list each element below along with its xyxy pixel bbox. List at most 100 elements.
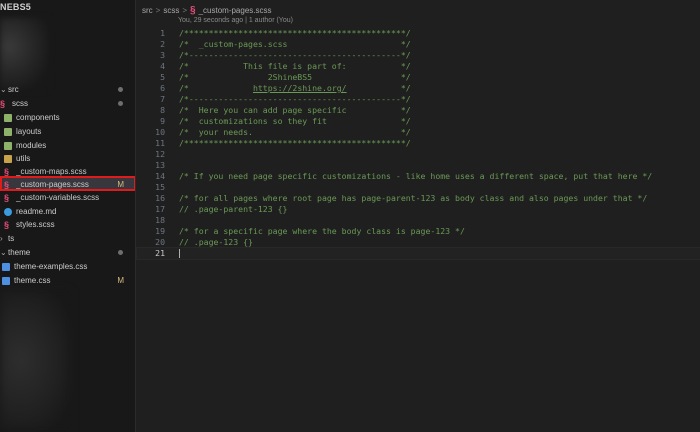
code-text: /* customizations so they fit */ <box>179 116 411 126</box>
code-line[interactable]: 10 /* your needs. */ <box>137 127 700 138</box>
tree-file-custom-variables[interactable]: § _custom-variables.scss <box>0 191 135 204</box>
code-line[interactable]: 19 /* for a specific page where the body … <box>137 226 700 237</box>
sass-file-icon: § <box>190 4 196 16</box>
css-file-icon <box>2 276 10 285</box>
code-text: /* 2ShineBS5 */ <box>179 72 411 82</box>
code-line[interactable]: 11 /*************************************… <box>137 138 700 149</box>
tree-folder-src[interactable]: ⌄ src <box>0 83 135 96</box>
line-number: 3 <box>160 50 165 60</box>
line-number: 17 <box>155 204 165 214</box>
code-line[interactable]: 14 /* If you need page specific customiza… <box>137 171 700 182</box>
folder-icon <box>4 141 12 150</box>
code-line[interactable]: 16 /* for all pages where root page has p… <box>137 193 700 204</box>
code-line[interactable]: 3 /*-------------------------------------… <box>137 50 700 61</box>
tree-item-label: ts <box>8 234 15 243</box>
code-line[interactable]: 17 // .page-parent-123 {} <box>137 204 700 215</box>
folder-icon <box>4 113 12 122</box>
sass-folder-icon: § <box>0 98 6 109</box>
code-text: /* _custom-pages.scss */ <box>179 39 411 49</box>
code-text: // .page-123 {} <box>179 237 253 247</box>
tree-item-label: scss <box>12 99 28 108</box>
code-line[interactable]: 7 /*-------------------------------------… <box>137 94 700 105</box>
line-number: 10 <box>155 127 165 137</box>
tree-item-label: readme.md <box>16 207 57 216</box>
code-line[interactable]: 2 /* _custom-pages.scss */ <box>137 39 700 50</box>
line-number: 20 <box>155 237 165 247</box>
tree-item-label: _custom-maps.scss <box>16 167 87 176</box>
tree-folder-layouts[interactable]: layouts <box>0 125 135 138</box>
code-line[interactable]: 21 <box>136 247 700 260</box>
line-number: 13 <box>155 160 165 170</box>
folder-icon <box>4 154 12 163</box>
tree-item-label: components <box>16 113 60 122</box>
explorer-sidebar: NEBS5 ⌄ src § scss components layouts mo… <box>0 0 136 432</box>
code-line[interactable]: 18 <box>137 215 700 226</box>
code-editor[interactable]: 1 /**************************************… <box>136 26 700 432</box>
code-text: /* Here you can add page specific */ <box>179 105 411 115</box>
breadcrumb-file[interactable]: _custom-pages.scss <box>199 6 272 15</box>
tree-folder-ts[interactable]: › ts <box>0 232 135 245</box>
css-file-icon <box>2 262 10 271</box>
code-text: /* for all pages where root page has pag… <box>179 193 648 203</box>
tree-item-label: utils <box>16 154 31 163</box>
line-number: 4 <box>160 61 165 71</box>
chevron-right-icon: › <box>0 234 3 243</box>
code-line[interactable]: 1 /**************************************… <box>137 28 700 39</box>
breadcrumb-scss[interactable]: scss <box>163 6 179 15</box>
line-number: 21 <box>155 248 165 258</box>
line-number: 14 <box>155 171 165 181</box>
code-text: /* If you need page specific customizati… <box>179 171 653 181</box>
code-text: // .page-parent-123 {} <box>179 204 288 214</box>
tree-item-label: styles.scss <box>16 220 55 229</box>
tree-folder-scss[interactable]: § scss <box>0 97 135 110</box>
line-number: 19 <box>155 226 165 236</box>
line-number: 1 <box>160 28 165 38</box>
text-cursor <box>179 249 180 258</box>
code-text: /*--------------------------------------… <box>179 94 411 104</box>
git-blame-info[interactable]: You, 29 seconds ago | 1 author (You) <box>178 17 293 24</box>
breadcrumb-src[interactable]: src <box>142 6 153 15</box>
line-number: 12 <box>155 149 165 159</box>
tree-file-styles[interactable]: § styles.scss <box>0 218 135 231</box>
code-text: /***************************************… <box>179 138 411 148</box>
code-line[interactable]: 15 <box>137 182 700 193</box>
tree-item-label: theme-examples.css <box>14 262 88 271</box>
folder-icon <box>4 127 12 136</box>
code-text: /* your needs. */ <box>179 127 411 137</box>
code-text: /* https://2shine.org/ */ <box>179 83 411 93</box>
tree-folder-modules[interactable]: modules <box>0 139 135 152</box>
breadcrumb: src > scss > § _custom-pages.scss <box>142 4 272 16</box>
tree-item-label: theme.css <box>14 276 51 285</box>
code-line[interactable]: 20 // .page-123 {} <box>137 237 700 248</box>
code-line[interactable]: 13 <box>137 160 700 171</box>
sass-file-icon: § <box>4 219 10 230</box>
line-number: 9 <box>160 116 165 126</box>
tree-file-theme-css[interactable]: theme.css M <box>0 274 135 287</box>
code-line[interactable]: 6 /* https://2shine.org/ */ <box>137 83 700 94</box>
info-icon <box>4 207 12 216</box>
tree-folder-theme[interactable]: ⌄ theme <box>0 246 135 259</box>
tree-item-label: layouts <box>16 127 42 136</box>
tree-item-label: theme <box>8 248 31 257</box>
code-line[interactable]: 5 /* 2ShineBS5 */ <box>137 72 700 83</box>
tree-item-label: _custom-variables.scss <box>16 193 100 202</box>
code-line[interactable]: 9 /* customizations so they fit */ <box>137 116 700 127</box>
code-line[interactable]: 12 <box>137 149 700 160</box>
breadcrumb-separator: > <box>182 5 188 15</box>
tree-folder-components[interactable]: components <box>0 111 135 124</box>
code-line[interactable]: 8 /* Here you can add page specific */ <box>137 105 700 116</box>
line-number: 18 <box>155 215 165 225</box>
url-link[interactable]: https://2shine.org/ <box>253 83 347 93</box>
tree-item-label: modules <box>16 141 47 150</box>
tree-file-theme-examples[interactable]: theme-examples.css <box>0 260 135 273</box>
changes-dot <box>118 101 123 106</box>
tree-file-readme[interactable]: readme.md <box>0 205 135 218</box>
code-text: /* for a specific page where the body cl… <box>179 226 465 236</box>
blurred-region <box>0 18 48 90</box>
code-text: /*--------------------------------------… <box>179 50 411 60</box>
line-number: 11 <box>155 138 165 148</box>
code-line[interactable]: 4 /* This file is part of: */ <box>137 61 700 72</box>
line-number: 2 <box>160 39 165 49</box>
tree-folder-utils[interactable]: utils <box>0 152 135 165</box>
modified-badge: M <box>117 276 124 285</box>
